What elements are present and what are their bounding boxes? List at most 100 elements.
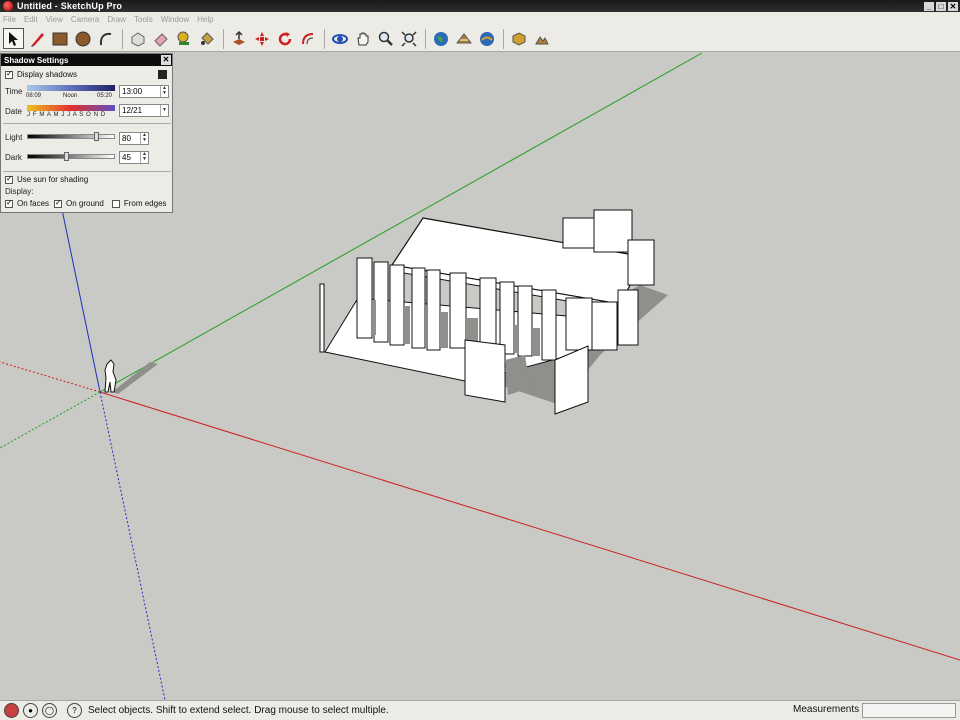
- pan-button[interactable]: [352, 28, 373, 49]
- measurements-input[interactable]: [862, 703, 956, 718]
- left-post: [319, 283, 325, 353]
- light-label: Light: [5, 133, 23, 142]
- light-spinner-arrows[interactable]: ▲ ▼: [140, 133, 148, 144]
- use-sun-checkbox[interactable]: [5, 174, 13, 184]
- share-model-button[interactable]: [476, 28, 497, 49]
- geo-location-icon[interactable]: [4, 703, 19, 718]
- date-dropdown-arrow[interactable]: ▼: [160, 105, 168, 116]
- time-noon: Noon: [63, 93, 78, 99]
- dark-slider-thumb[interactable]: [63, 152, 69, 161]
- sketchup-app-icon[interactable]: [3, 1, 13, 11]
- time-spinner-arrows[interactable]: ▲ ▼: [160, 86, 168, 97]
- pencil-line-button[interactable]: [26, 28, 47, 49]
- minimize-button[interactable]: _: [924, 1, 934, 11]
- from-edges-checkbox[interactable]: [111, 199, 120, 208]
- back-wall-panel-2: [593, 209, 633, 253]
- blue-axis-line: [59, 199, 101, 393]
- panel-close-button[interactable]: ✕: [161, 55, 171, 65]
- toolbar-separator: [503, 28, 504, 49]
- push-pull-icon: [232, 30, 245, 45]
- light-slider[interactable]: [27, 134, 115, 139]
- menu-camera[interactable]: Camera: [71, 15, 99, 24]
- dark-label: Dark: [5, 153, 22, 162]
- panel-divider: [3, 171, 171, 172]
- use-sun-label: Use sun for shading: [17, 175, 89, 184]
- time-sunset: 05:20: [97, 93, 113, 99]
- menu-window[interactable]: Window: [161, 15, 189, 24]
- close-button[interactable]: ✕: [948, 1, 958, 11]
- pencil-line-icon: [30, 32, 44, 47]
- rectangle-button[interactable]: [49, 28, 70, 49]
- move-button[interactable]: [251, 28, 272, 49]
- maximize-button[interactable]: □: [936, 1, 946, 11]
- menu-tools[interactable]: Tools: [134, 15, 153, 24]
- display-shadows-checkbox[interactable]: [5, 69, 13, 79]
- arc-button[interactable]: [95, 28, 116, 49]
- user-icon[interactable]: ◯: [42, 703, 57, 718]
- date-input[interactable]: 12/21 ▼: [119, 104, 169, 117]
- window-title: Untitled - SketchUp Pro: [17, 1, 123, 11]
- from-edges-label: From edges: [123, 199, 167, 208]
- eraser-button[interactable]: [150, 28, 171, 49]
- menu-view[interactable]: View: [46, 15, 63, 24]
- orbit-icon: [331, 33, 348, 44]
- menu-file[interactable]: File: [3, 15, 16, 24]
- on-faces-label: On faces: [17, 199, 50, 208]
- menu-bar: File Edit View Camera Draw Tools Window …: [0, 12, 960, 26]
- display-shadows-row: Display shadows: [5, 69, 77, 79]
- orbit-button[interactable]: [329, 28, 350, 49]
- dark-spinner-arrows[interactable]: ▲ ▼: [140, 152, 148, 163]
- zoom-button[interactable]: [375, 28, 396, 49]
- tape-measure-button[interactable]: [173, 28, 194, 49]
- menu-draw[interactable]: Draw: [107, 15, 126, 24]
- scale-figure: [104, 359, 117, 393]
- time-value: 13:00: [122, 87, 143, 96]
- push-pull-button[interactable]: [228, 28, 249, 49]
- rotate-button[interactable]: [274, 28, 295, 49]
- red-axis-line: [99, 391, 960, 661]
- red-axis-dotted: [0, 361, 101, 393]
- toggle-terrain-button[interactable]: [531, 28, 552, 49]
- offset-button[interactable]: [297, 28, 318, 49]
- select-tool-button[interactable]: [3, 28, 24, 49]
- toggle-terrain-icon: [534, 35, 549, 44]
- shadow-settings-titlebar[interactable]: Shadow Settings ✕: [1, 54, 172, 66]
- time-input[interactable]: 13:00 ▲ ▼: [119, 85, 169, 98]
- credits-icon[interactable]: ●: [23, 703, 38, 718]
- zoom-extents-button[interactable]: [398, 28, 419, 49]
- get-current-view-button[interactable]: [508, 28, 529, 49]
- date-label: Date: [5, 107, 22, 116]
- google-earth-icon: [433, 31, 448, 46]
- menu-help[interactable]: Help: [197, 15, 213, 24]
- figure-shadow: [112, 362, 158, 394]
- light-value: 80: [122, 134, 131, 143]
- use-sun-row: Use sun for shading: [5, 174, 89, 184]
- dark-slider[interactable]: [27, 154, 115, 159]
- get-models-icon: [455, 32, 472, 43]
- google-earth-button[interactable]: [430, 28, 451, 49]
- pan-icon: [356, 32, 368, 45]
- on-faces-checkbox[interactable]: [5, 198, 13, 208]
- front-panel-left: [464, 339, 506, 403]
- time-slider[interactable]: [27, 85, 115, 91]
- details-toggle-button[interactable]: [158, 70, 167, 79]
- display-options-row: On faces On ground From edges: [5, 198, 167, 208]
- light-input[interactable]: 80 ▲ ▼: [119, 132, 149, 145]
- get-models-button[interactable]: [453, 28, 474, 49]
- dark-input[interactable]: 45 ▲ ▼: [119, 151, 149, 164]
- shadow-settings-panel: Shadow Settings ✕ Display shadows Time 0…: [0, 53, 173, 213]
- time-sunrise: 08:09: [26, 93, 42, 99]
- paint-bucket-button[interactable]: [196, 28, 217, 49]
- back-wall-panel-1: [562, 217, 597, 249]
- circle-button[interactable]: [72, 28, 93, 49]
- measurements-label: Measurements: [793, 704, 860, 715]
- date-slider[interactable]: [27, 105, 115, 111]
- make-component-button[interactable]: [127, 28, 148, 49]
- get-current-view-icon: [512, 31, 525, 46]
- toolbar-separator: [122, 28, 123, 49]
- help-icon[interactable]: ?: [67, 703, 82, 718]
- on-ground-checkbox[interactable]: [54, 198, 63, 208]
- title-bar: Untitled - SketchUp Pro _ □ ✕: [0, 0, 960, 12]
- menu-edit[interactable]: Edit: [24, 15, 38, 24]
- light-slider-thumb[interactable]: [94, 132, 100, 141]
